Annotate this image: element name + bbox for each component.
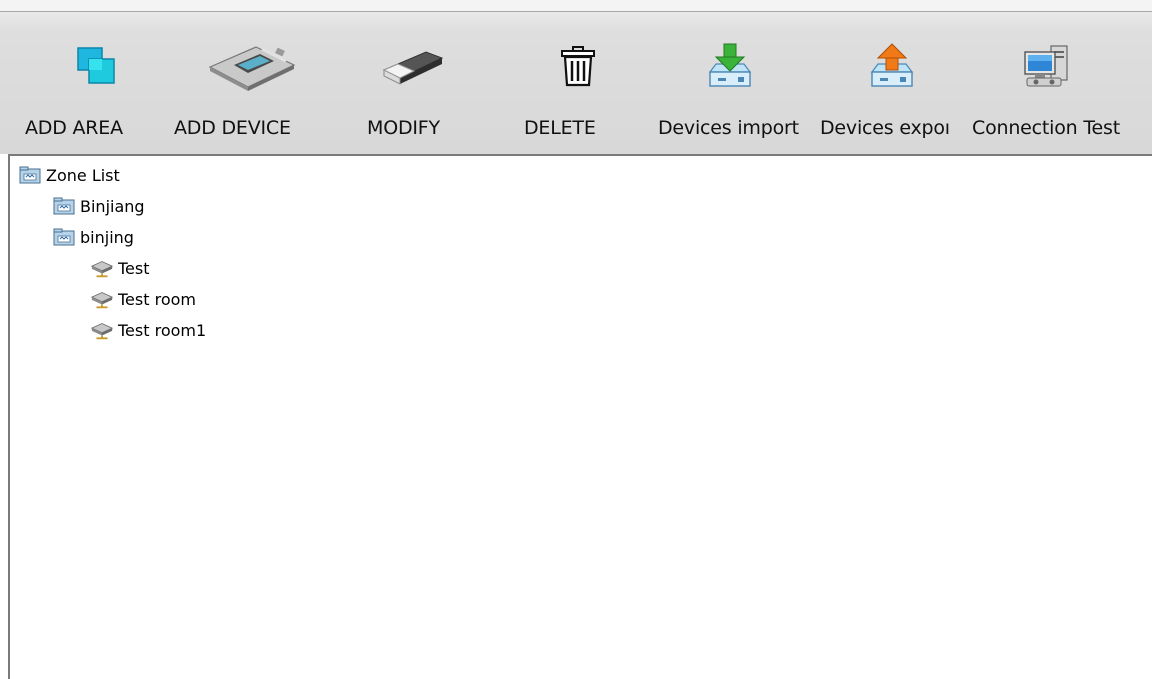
tree-node-device[interactable]: Test room: [90, 287, 196, 311]
add-area-icon: [66, 40, 126, 92]
network-device-icon: [90, 258, 114, 278]
delete-button[interactable]: DELETE: [486, 12, 648, 154]
add-device-label: ADD DEVICE: [174, 117, 291, 139]
tree-node-device[interactable]: Test room1: [90, 318, 206, 342]
tree-node-label: binjing: [80, 227, 134, 247]
add-device-icon: [204, 40, 300, 92]
add-area-label: ADD AREA: [25, 117, 123, 139]
devices-import-button[interactable]: Devices import: [648, 12, 810, 154]
tree-node-area[interactable]: Binjiang: [52, 194, 145, 218]
tree-node-label: Test room: [118, 289, 196, 309]
modify-label: MODIFY: [367, 117, 440, 139]
add-area-button[interactable]: ADD AREA: [0, 12, 162, 154]
tree-node-label: Zone List: [46, 165, 120, 185]
tree-node-label: Binjiang: [80, 196, 145, 216]
tree-node-label: Test room1: [118, 320, 207, 340]
modify-icon: [376, 40, 452, 92]
zone-folder-icon: [52, 227, 76, 247]
connection-test-icon: [1016, 40, 1076, 92]
zone-folder-icon: [18, 165, 42, 185]
connection-test-button[interactable]: Connection Test: [972, 12, 1152, 154]
toolbar: ADD AREA ADD DEVICE MODIFY DELETE Device…: [0, 12, 1152, 154]
devices-export-button[interactable]: Devices expoı: [810, 12, 972, 154]
window-title-bar: [0, 0, 1152, 12]
import-icon: [700, 40, 760, 92]
tree-node-area[interactable]: binjing: [52, 225, 134, 249]
tree-node-device[interactable]: Test: [90, 256, 150, 280]
zone-tree-panel: Zone List Binjiang binjing Test Test roo…: [8, 154, 1152, 679]
zone-folder-icon: [52, 196, 76, 216]
connection-test-label: Connection Test: [972, 117, 1120, 139]
tree-node-zone-list[interactable]: Zone List: [18, 163, 120, 187]
network-device-icon: [90, 320, 114, 340]
devices-export-label: Devices expoı: [820, 117, 950, 139]
tree-node-label: Test: [118, 258, 150, 278]
modify-button[interactable]: MODIFY: [324, 12, 486, 154]
trash-icon: [548, 40, 608, 92]
delete-label: DELETE: [524, 117, 596, 139]
devices-import-label: Devices import: [658, 117, 799, 139]
export-icon: [862, 40, 922, 92]
add-device-button[interactable]: ADD DEVICE: [162, 12, 324, 154]
network-device-icon: [90, 289, 114, 309]
